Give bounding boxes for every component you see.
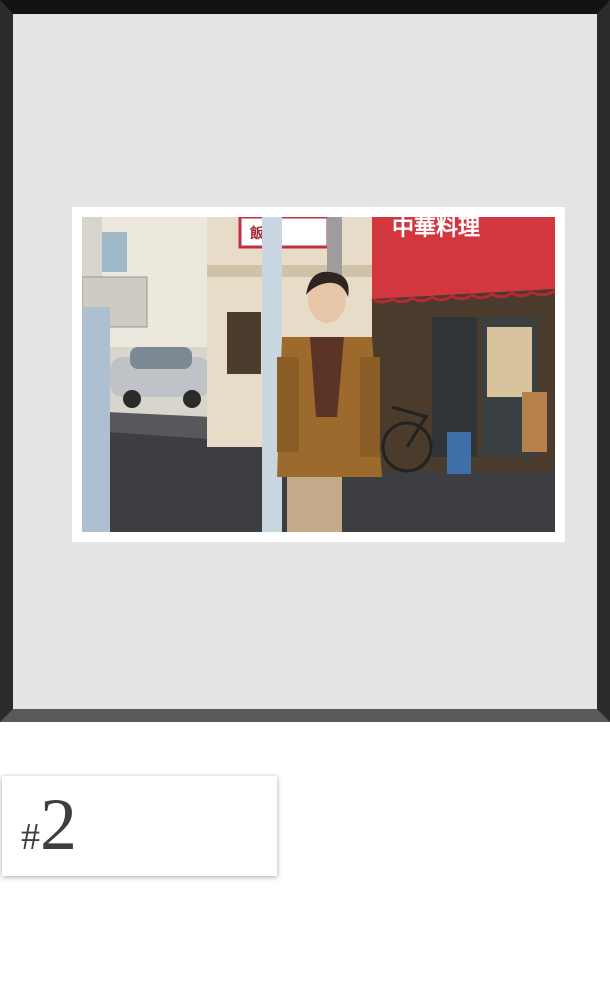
awning-sign-text: 中華料理 xyxy=(392,217,480,241)
street-scene-illustration: 飯 中華料理 xyxy=(82,217,555,532)
photo-mat: 飯 中華料理 xyxy=(72,207,565,542)
number-hash: # xyxy=(21,816,40,858)
photo-number-label: #2 xyxy=(21,788,77,862)
photo-number-card: #2 xyxy=(2,776,277,876)
red-awning: 中華料理 xyxy=(371,217,555,304)
gallery-frame: 飯 中華料理 xyxy=(0,0,610,722)
gallery-photo[interactable]: 飯 中華料理 xyxy=(82,217,555,532)
number-digit: 2 xyxy=(40,784,77,866)
